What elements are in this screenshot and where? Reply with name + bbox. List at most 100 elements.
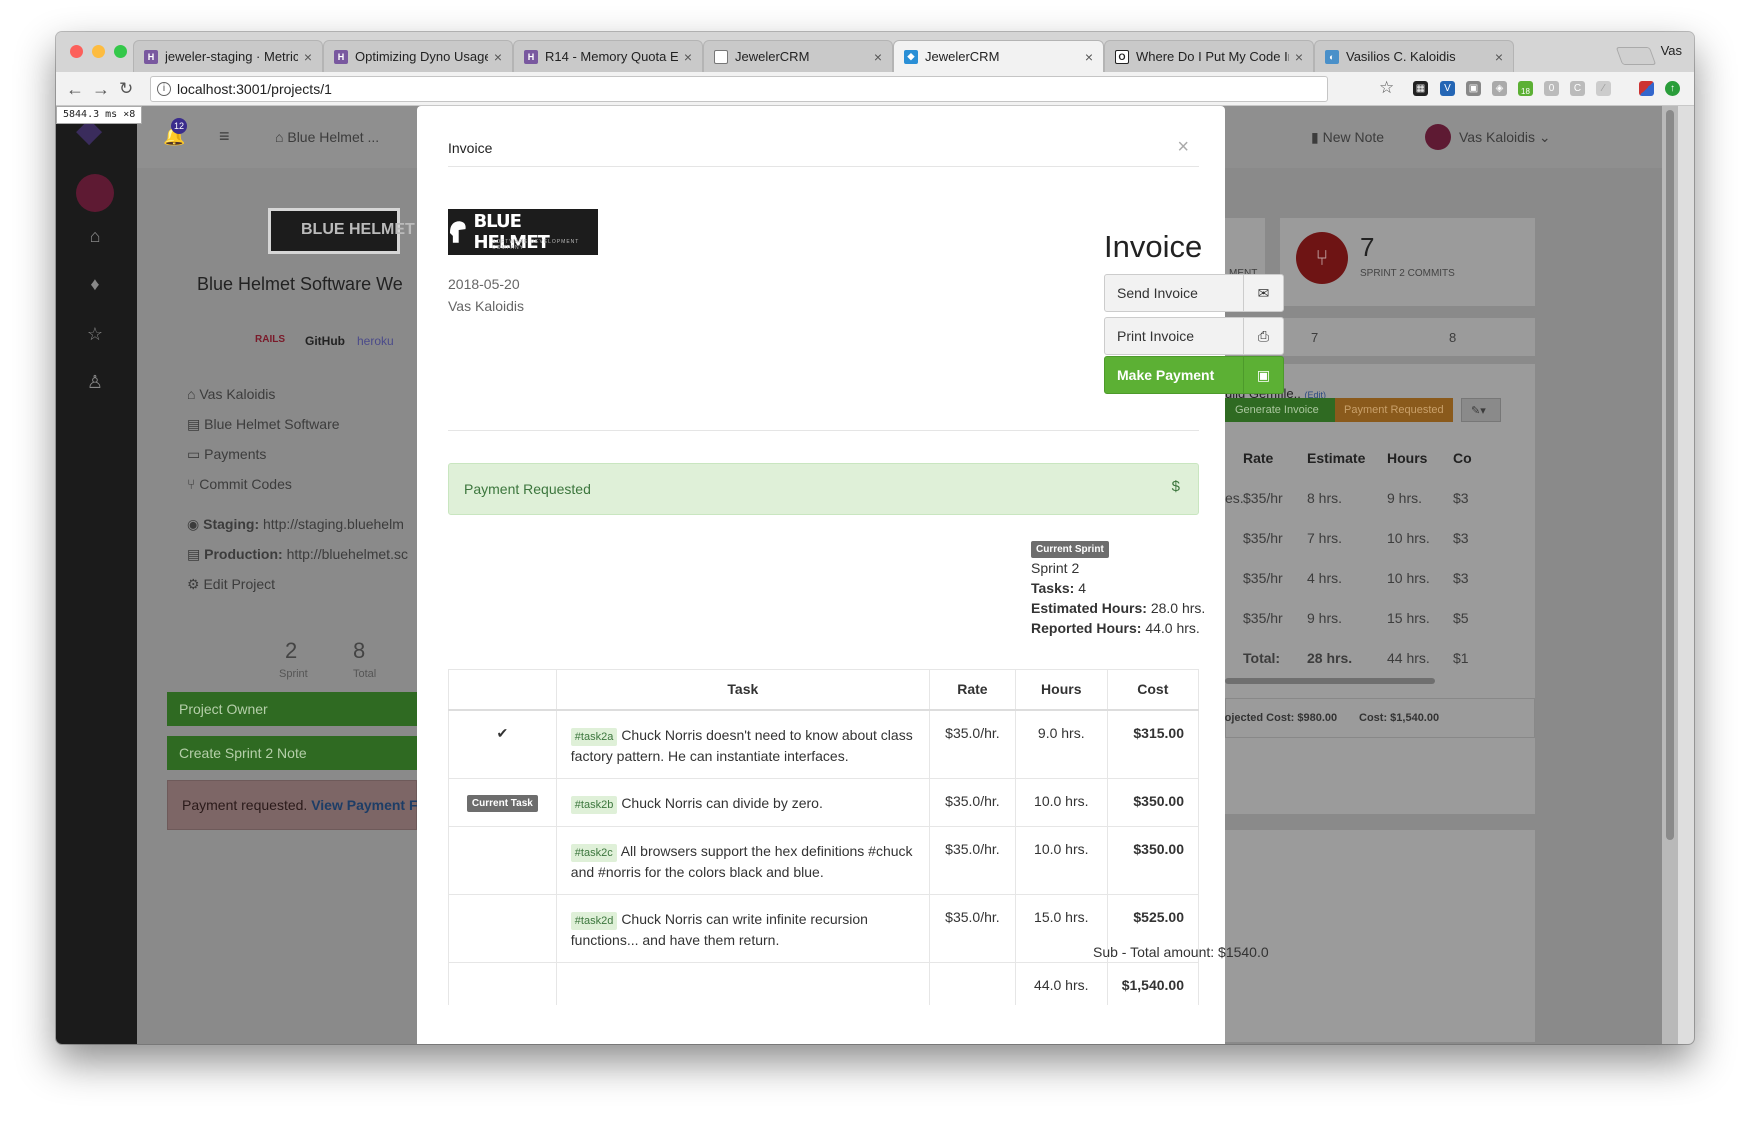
wrench-icon[interactable]: ✎▾ (1461, 398, 1501, 422)
invoice-author: Vas Kaloidis (448, 298, 525, 314)
close-tab-icon[interactable]: × (494, 49, 502, 65)
info-commit-codes[interactable]: ⑂ Commit Codes (187, 476, 292, 492)
cost-cell: $350.00 (1106, 777, 1200, 826)
home-icon[interactable]: ⌂ (84, 226, 106, 247)
bookmark-star-icon[interactable]: ☆ (1379, 78, 1394, 98)
info-icon[interactable]: i (157, 82, 171, 96)
extension-badge-icon[interactable]: 18 (1518, 81, 1533, 96)
rate-cell: $35.0/hr. (928, 893, 1016, 962)
extension-icon[interactable]: ↑ (1665, 81, 1680, 96)
close-icon[interactable]: × (1177, 136, 1189, 159)
close-tab-icon[interactable]: × (1295, 49, 1303, 65)
star-icon[interactable]: ☆ (84, 324, 106, 345)
browser-tab[interactable]: O Where Do I Put My Code In × (1104, 40, 1314, 72)
forward-icon[interactable]: → (92, 79, 110, 100)
maximize-window-button[interactable] (114, 45, 127, 58)
extension-icon[interactable]: ⁄ (1596, 81, 1611, 96)
row-prefix: es. (1225, 490, 1244, 506)
project-owner-button[interactable]: Project Owner (167, 692, 417, 726)
print-invoice-button[interactable]: Print Invoice ⎙ (1104, 317, 1284, 355)
table-row: #task2d Chuck Norris can write infinite r… (448, 893, 1200, 962)
table-row: Current Task #task2b Chuck Norris can div… (448, 777, 1200, 826)
address-bar: ← → ↻ i localhost:3001/projects/1 ☆ ▦ V ▣… (56, 72, 1694, 106)
extension-icon[interactable]: C (1570, 81, 1585, 96)
render-timer: 5844.3 ms ×8 (56, 106, 143, 124)
browser-tab[interactable]: HOptimizing Dyno Usage | H× (323, 40, 513, 72)
document-icon (714, 49, 728, 64)
new-tab-button[interactable] (1615, 47, 1657, 65)
avatar[interactable] (1425, 124, 1451, 150)
diamond-icon[interactable]: ♦ (84, 274, 106, 295)
close-tab-icon[interactable]: × (874, 49, 882, 65)
back-icon[interactable]: ← (66, 79, 84, 100)
payment-requested-button[interactable]: Payment Requested (1335, 398, 1453, 422)
user-icon[interactable]: ♙ (84, 372, 106, 393)
status-cell (448, 893, 557, 962)
create-note-button[interactable]: Create Sprint 2 Note (167, 736, 417, 770)
window-controls (70, 45, 127, 58)
task-tag[interactable]: #task2d (570, 911, 618, 930)
invoice-date: 2018-05-20 (448, 276, 520, 292)
menu-icon[interactable]: ≡ (219, 126, 230, 147)
extension-icon[interactable]: 0 (1544, 81, 1559, 96)
table-header-row: Task Rate Hours Cost (448, 669, 1200, 711)
current-task-badge: Current Task (466, 794, 538, 812)
extension-icon[interactable]: ◈ (1492, 81, 1507, 96)
close-tab-icon[interactable]: × (1085, 49, 1093, 65)
info-payments[interactable]: ▭ Payments (187, 446, 266, 463)
extension-icon[interactable]: ▦ (1413, 81, 1428, 96)
browser-tab[interactable]: Hjeweler-staging · Metrics | H× (133, 40, 323, 72)
empty-cell (448, 961, 557, 1005)
send-invoice-button[interactable]: Send Invoice ✉ (1104, 274, 1284, 312)
horizontal-scrollbar[interactable] (1225, 678, 1435, 684)
browser-tab[interactable]: HR14 - Memory Quota Excee× (513, 40, 703, 72)
production-url[interactable]: ▤ Production: http://bluehelmet.sc (187, 546, 408, 563)
vue-extension-icon[interactable]: V (1440, 81, 1455, 96)
col-rate: Rate (1243, 450, 1274, 466)
make-payment-button[interactable]: Make Payment ▣ (1104, 356, 1284, 394)
bg-cell: $35/hr (1243, 530, 1283, 546)
info-owner[interactable]: ⌂ Vas Kaloidis (187, 386, 275, 402)
task-tag[interactable]: #task2c (570, 843, 617, 862)
bg-cell: $3 (1453, 490, 1469, 506)
sprint-tab[interactable]: 7 (1311, 330, 1318, 345)
view-payment-link[interactable]: View Payment F (311, 797, 417, 813)
close-tab-icon[interactable]: × (684, 49, 692, 65)
extension-icon[interactable]: ▣ (1466, 81, 1481, 96)
scrollbar-thumb[interactable] (1666, 110, 1674, 840)
avatar[interactable] (76, 174, 114, 212)
url-input[interactable]: i localhost:3001/projects/1 (150, 76, 1328, 102)
browser-tab-active[interactable]: ◆ JewelerCRM × (893, 40, 1104, 72)
info-company[interactable]: ▤ Blue Helmet Software (187, 416, 340, 433)
reload-icon[interactable]: ↻ (119, 79, 133, 99)
cost-cell: $315.00 (1106, 709, 1200, 778)
checkmark-icon: ✔ (496, 724, 509, 741)
browser-tab[interactable]: ◐ Vasilios C. Kaloidis × (1314, 40, 1514, 72)
bg-cell: 10 hrs. (1387, 570, 1430, 586)
user-menu[interactable]: Vas Kaloidis ⌄ (1459, 129, 1551, 146)
bg-cell: 10 hrs. (1387, 530, 1430, 546)
extension-icon[interactable] (1639, 81, 1654, 96)
edit-project-link[interactable]: ⚙ Edit Project (187, 576, 275, 593)
close-tab-icon[interactable]: × (1495, 49, 1503, 65)
page-scrollbar[interactable] (1662, 106, 1678, 1044)
bg-total: 44 hrs. (1387, 650, 1430, 666)
bg-cell: 4 hrs. (1307, 570, 1343, 586)
browser-tab[interactable]: JewelerCRM × (703, 40, 893, 72)
generate-invoice-button[interactable]: Generate Invoice (1225, 398, 1335, 422)
sprint-tab[interactable]: 8 (1449, 330, 1456, 345)
sprint-count: 2 (285, 638, 298, 663)
browser-profile[interactable]: Vas (1661, 43, 1682, 58)
cost-total: Cost: $1,540.00 (1359, 712, 1440, 724)
rails-logo: RAILS (255, 334, 285, 345)
invoice-table: Task Rate Hours Cost ✔ #task2a Chuck Norr… (448, 669, 1200, 1005)
staging-url[interactable]: ◉ Staging: http://staging.bluehelm (187, 516, 404, 533)
minimize-window-button[interactable] (92, 45, 105, 58)
rate-cell: $35.0/hr. (928, 777, 1016, 826)
close-tab-icon[interactable]: × (304, 49, 312, 65)
close-window-button[interactable] (70, 45, 83, 58)
new-note-link[interactable]: ▮ New Note (1311, 129, 1384, 146)
task-tag[interactable]: #task2a (570, 727, 618, 746)
task-tag[interactable]: #task2b (570, 795, 618, 814)
breadcrumb[interactable]: ⌂ Blue Helmet ... (275, 129, 379, 145)
